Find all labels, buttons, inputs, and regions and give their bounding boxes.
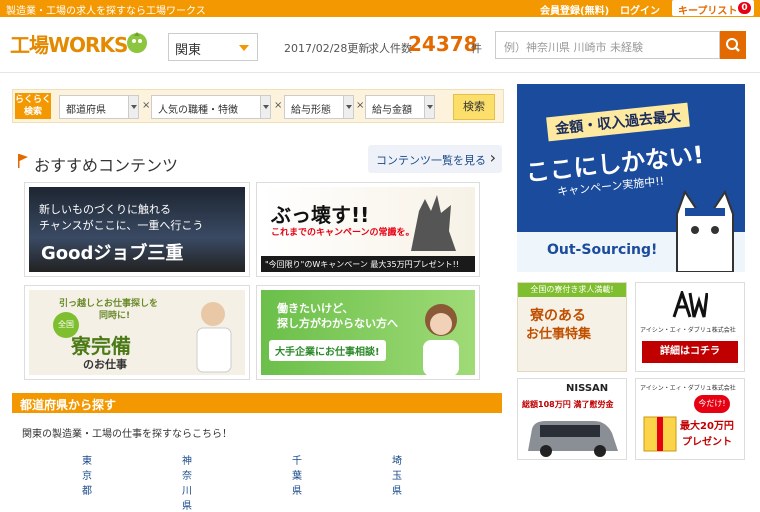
ad-brand: NISSAN: [566, 383, 609, 394]
site-tagline: 製造業・工場の求人を探すなら工場ワークス: [6, 6, 206, 17]
pref-link[interactable]: 埼玉県: [392, 452, 402, 497]
register-link[interactable]: 会員登録(無料): [540, 2, 609, 17]
ad-aisin-campaign[interactable]: アイシン・エィ・ダブリュ株式会社 今だけ! 最大20万円 プレゼント: [635, 378, 745, 460]
pref-link[interactable]: 千葉県: [292, 452, 302, 497]
aw-logo-icon: [672, 291, 708, 319]
leaf-mascot-icon: [127, 32, 147, 53]
banner-text: のお仕事: [83, 358, 127, 371]
quick-search-label: らくらく 検索: [15, 93, 52, 119]
banner-mie[interactable]: 新しいものづくりに触れる チャンスがここに、一重へ行こう Goodジョブ三重: [24, 182, 250, 277]
quick-search-button[interactable]: 検索: [453, 94, 495, 120]
woman-photo-icon: [423, 304, 459, 375]
banner-text: 働きたいけど、: [277, 302, 354, 315]
search-icon: [726, 38, 740, 52]
ad-dormitory-feature[interactable]: 全国の寮付き求人満載! 寮のある お仕事特集: [517, 282, 627, 372]
search-input[interactable]: 例）神奈川県 川崎市 未経験: [495, 31, 720, 59]
job-count: 24378: [408, 32, 478, 56]
times-sign: ×: [142, 100, 151, 111]
job-type-select[interactable]: 人気の職種・特徴: [151, 95, 271, 119]
banner-footer: "今回限り"のWキャンペーン 最大35万円プレゼント!!: [261, 256, 475, 272]
header: 工場WORKS 関東 2017/02/28更新 求人件数 24378 件 例）神…: [0, 17, 760, 73]
banner-text: 同時に!: [99, 311, 131, 321]
recommend-title: おすすめコンテンツ: [34, 156, 179, 175]
see-all-contents-button[interactable]: コンテンツ一覧を見る: [368, 145, 502, 173]
badge: 今だけ!: [694, 395, 730, 413]
banner-heading: 寮完備: [71, 334, 131, 358]
keep-list-button[interactable]: キープリスト 0: [672, 0, 754, 17]
banner-campaign[interactable]: ぶっ壊す!! これまでのキャンペーンの常識を。 "今回限り"のWキャンペーン 最…: [256, 182, 480, 277]
keep-count-badge: 0: [738, 2, 751, 14]
login-link[interactable]: ログイン: [620, 2, 660, 17]
ad-brand: Out-Sourcing!: [547, 242, 658, 258]
prefecture-select[interactable]: 都道府県: [59, 95, 139, 119]
cat-mascot-icon: [676, 189, 734, 272]
ad-text: 全国の寮付き求人満載!: [518, 283, 626, 297]
ad-text: 総額108万円 満了慰労金: [522, 400, 614, 409]
times-sign: ×: [356, 100, 365, 111]
monster-hand-icon: [411, 195, 456, 251]
times-sign: ×: [274, 100, 283, 111]
gift-box-icon: [643, 416, 677, 452]
details-button[interactable]: 詳細はコチラ: [642, 341, 738, 363]
prefecture-section-header: 都道府県から探す: [12, 393, 502, 413]
banner-heading: 大手企業にお仕事相談!: [269, 340, 386, 361]
banner-text: チャンスがここに、一重へ行こう: [39, 219, 204, 232]
ad-outsourcing[interactable]: 金額・収入過去最大 ここにしかない! キャンペーン実施中!! Out-Sourc…: [517, 84, 745, 272]
ad-text: アイシン・エィ・ダブリュ株式会社: [640, 385, 736, 392]
salary-type-select[interactable]: 給与形態: [284, 95, 354, 119]
banner-dormitory[interactable]: 引っ越しとお仕事探しを 同時に! 全国 寮完備 のお仕事: [24, 285, 250, 380]
search-button[interactable]: [720, 31, 746, 59]
banner-text: 新しいものづくりに触れる: [39, 203, 171, 216]
pref-link[interactable]: 東京都: [82, 452, 92, 497]
banner-heading: Goodジョブ三重: [41, 243, 184, 264]
ad-text: 金額・収入過去最大: [546, 102, 690, 142]
banner-heading: ぶっ壊す!!: [271, 203, 370, 227]
site-logo[interactable]: 工場WORKS: [10, 29, 128, 58]
job-count-unit: 件: [471, 42, 482, 55]
ad-heading: プレゼント: [682, 437, 732, 448]
region-select[interactable]: 関東: [168, 33, 258, 61]
job-count-label: 求人件数: [368, 42, 412, 55]
chevron-down-icon: [239, 45, 249, 51]
prefecture-section-subtitle: 関東の製造業・工場の仕事を探すならこちら！: [22, 429, 232, 440]
salary-amount-select[interactable]: 給与金額: [365, 95, 435, 119]
ad-nissan[interactable]: NISSAN 総額108万円 満了慰労金: [517, 378, 627, 460]
ad-heading: 最大20万円: [680, 421, 734, 432]
banner-text: 探し方がわからない方へ: [277, 317, 398, 330]
banner-consultation[interactable]: 働きたいけど、 探し方がわからない方へ 大手企業にお仕事相談!: [256, 285, 480, 380]
quick-search: らくらく 検索 都道府県 × 人気の職種・特徴 × 給与形態 × 給与金額 検索: [12, 89, 504, 123]
ad-text: アイシン・エィ・ダブリュ株式会社: [640, 327, 736, 334]
ad-heading: 寮のある: [530, 308, 586, 324]
ad-aisin-aw[interactable]: アイシン・エィ・ダブリュ株式会社 詳細はコチラ: [635, 282, 745, 372]
car-icon: [528, 421, 618, 457]
updated-date: 2017/02/28更新: [284, 42, 370, 55]
ad-heading: お仕事特集: [526, 327, 592, 342]
pref-link[interactable]: 神奈川県: [182, 452, 192, 512]
banner-text: これまでのキャンペーンの常識を。: [271, 228, 415, 238]
person-illustration-icon: [196, 302, 232, 373]
top-bar: 製造業・工場の求人を探すなら工場ワークス 会員登録(無料) ログイン キープリス…: [0, 0, 760, 17]
